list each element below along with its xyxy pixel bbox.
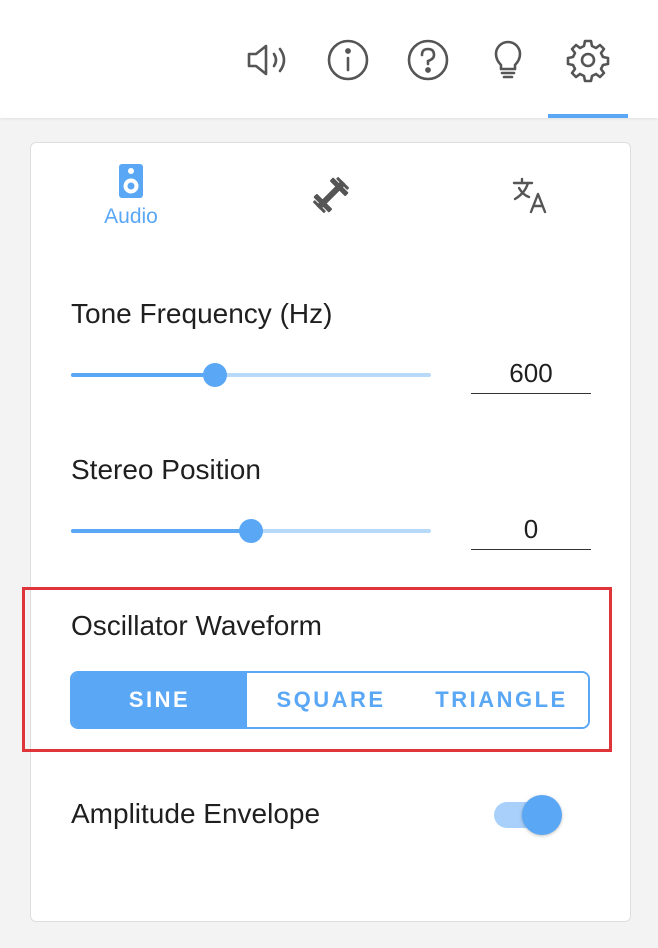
lightbulb-icon[interactable] <box>484 36 532 84</box>
help-icon[interactable] <box>404 36 452 84</box>
stereo-position-label: Stereo Position <box>71 454 261 485</box>
dumbbell-icon <box>313 177 349 213</box>
tone-frequency-slider[interactable] <box>71 363 431 387</box>
slider-fill <box>71 373 215 377</box>
sound-icon[interactable] <box>244 36 292 84</box>
toggle-knob <box>522 795 562 835</box>
tab-audio[interactable]: Audio <box>71 163 191 243</box>
info-icon[interactable] <box>324 36 372 84</box>
waveform-option-square[interactable]: SQUARE <box>247 673 415 727</box>
tone-frequency-input[interactable] <box>471 354 591 394</box>
waveform-selector: SINE SQUARE TRIANGLE <box>70 671 590 729</box>
stereo-position-input[interactable] <box>471 510 591 550</box>
waveform-option-sine[interactable]: SINE <box>72 673 247 727</box>
amplitude-envelope-label: Amplitude Envelope <box>71 798 321 829</box>
translate-icon <box>512 177 547 214</box>
slider-thumb[interactable] <box>203 363 227 387</box>
top-toolbar <box>0 0 658 118</box>
tab-exercise[interactable] <box>271 175 391 255</box>
tab-audio-label: Audio <box>104 205 158 228</box>
amplitude-envelope-toggle[interactable] <box>494 795 568 835</box>
active-tab-indicator <box>548 114 628 118</box>
slider-thumb[interactable] <box>239 519 263 543</box>
speaker-icon <box>119 164 143 198</box>
stereo-position-slider[interactable] <box>71 519 431 543</box>
waveform-option-triangle[interactable]: TRIANGLE <box>415 673 588 727</box>
tab-language[interactable] <box>471 175 591 255</box>
slider-fill <box>71 529 251 533</box>
tone-frequency-label: Tone Frequency (Hz) <box>71 298 333 329</box>
gear-icon[interactable] <box>564 36 612 84</box>
